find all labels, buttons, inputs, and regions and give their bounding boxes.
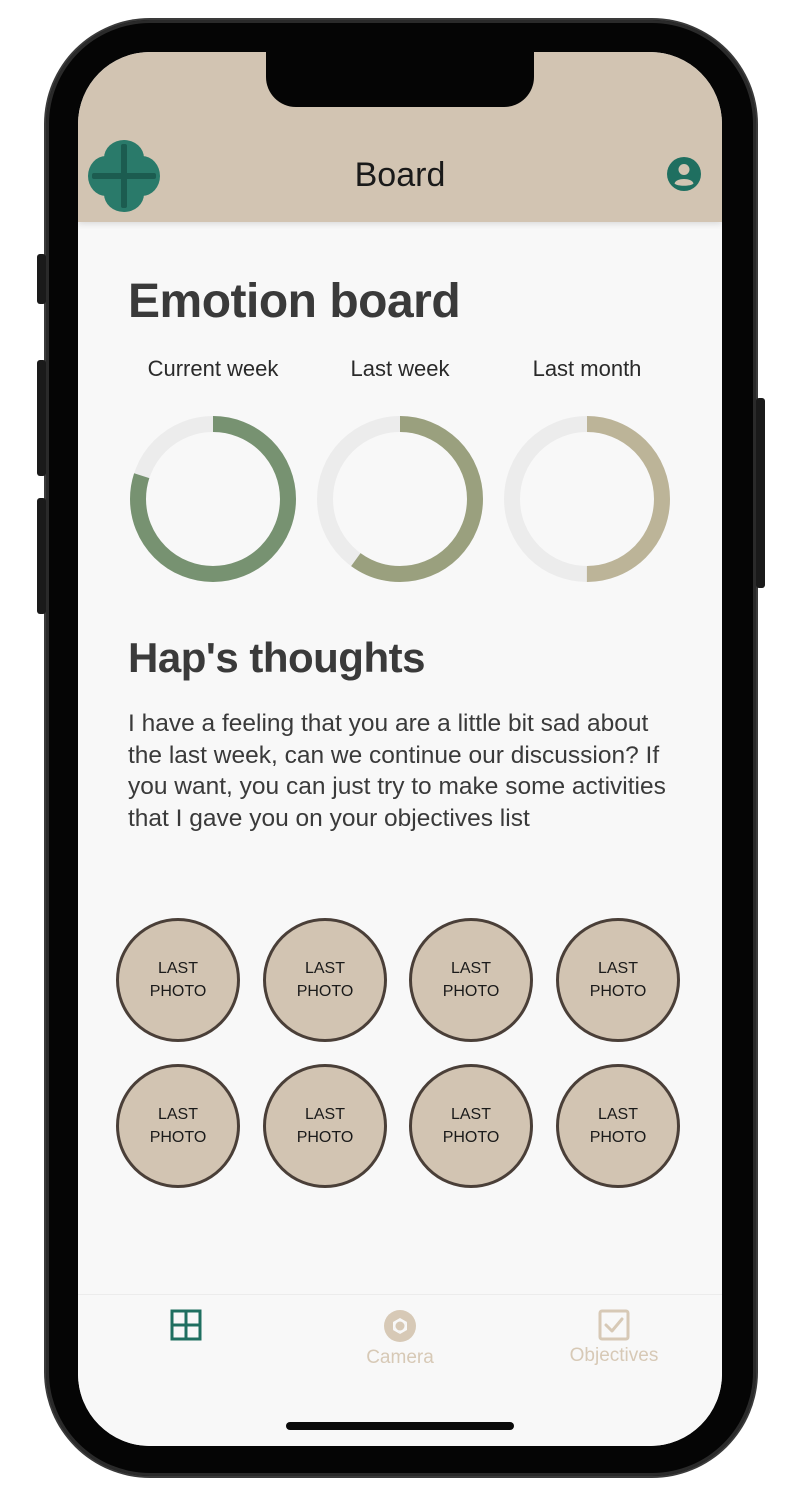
donut-chart-last-month: [504, 416, 670, 582]
tab-label: Camera: [366, 1347, 434, 1368]
tab-objectives[interactable]: Objectives: [534, 1309, 694, 1367]
phone-side-button: [37, 360, 46, 476]
app-screen: Board Emotion board Current week Last we…: [78, 52, 722, 1446]
phone-side-button: [756, 398, 765, 588]
last-photo-thumbnail[interactable]: LAST PHOTO: [263, 918, 387, 1042]
camera-shutter-icon: [384, 1310, 416, 1342]
thoughts-title: Hap's thoughts: [128, 634, 425, 681]
last-photo-thumbnail[interactable]: LAST PHOTO: [409, 1064, 533, 1188]
last-photo-thumbnail[interactable]: LAST PHOTO: [556, 1064, 680, 1188]
donut-label-current-week: Current week: [147, 356, 279, 381]
donut-chart-current-week: [130, 416, 296, 582]
last-photo-thumbnail[interactable]: LAST PHOTO: [409, 918, 533, 1042]
emotion-board-title: Emotion board: [128, 275, 461, 328]
last-photo-thumbnail[interactable]: LAST PHOTO: [116, 918, 240, 1042]
last-photo-thumbnail[interactable]: LAST PHOTO: [116, 1064, 240, 1188]
last-photo-thumbnail[interactable]: LAST PHOTO: [556, 918, 680, 1042]
phone-notch: [266, 52, 534, 107]
account-circle-icon[interactable]: [666, 156, 702, 192]
thoughts-text: I have a feeling that you are a little b…: [128, 710, 666, 832]
tab-board[interactable]: [106, 1309, 266, 1345]
donut-label-last-month: Last month: [532, 356, 642, 381]
donut-chart-last-week: [317, 416, 483, 582]
tab-camera[interactable]: Camera: [320, 1309, 480, 1369]
grid-icon: [170, 1309, 202, 1341]
phone-side-button: [37, 254, 46, 304]
donut-label-last-week: Last week: [350, 356, 450, 381]
last-photo-thumbnail[interactable]: LAST PHOTO: [263, 1064, 387, 1188]
home-indicator: [286, 1422, 514, 1430]
page-title: Board: [354, 156, 446, 194]
checkbox-icon: [598, 1309, 630, 1341]
tab-label: Objectives: [569, 1345, 659, 1366]
phone-side-button: [37, 498, 46, 614]
